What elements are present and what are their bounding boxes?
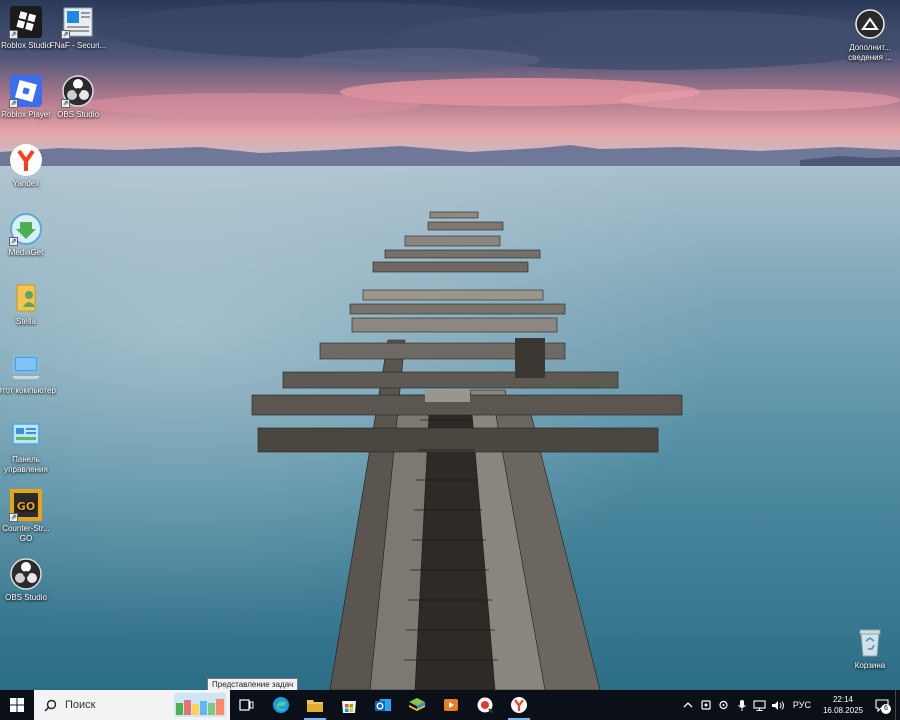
taskbar-edge-button[interactable] [264, 690, 298, 720]
language-indicator[interactable]: РУС [793, 700, 811, 710]
info-shortcut-icon [853, 7, 887, 41]
volume-icon [771, 700, 784, 710]
svg-text:GO: GO [17, 500, 35, 513]
taskbar-store-button[interactable] [332, 690, 366, 720]
task-view-button[interactable] [230, 690, 264, 720]
yandex-icon [9, 143, 43, 177]
notification-center-button[interactable]: 6 [869, 690, 895, 720]
show-hidden-icons-button[interactable] [680, 690, 696, 720]
clock[interactable]: 22:14 16.08.2025 [823, 694, 863, 716]
desktop-icon-label: Корзина [854, 661, 886, 670]
clock-date: 16.08.2025 [822, 706, 863, 715]
tray-onedrive-button[interactable] [716, 690, 732, 720]
obs-icon [9, 557, 43, 591]
desktop-icon-obs-studio[interactable]: ↗ OBS Studio [52, 74, 104, 120]
notification-count-badge: 6 [881, 704, 891, 714]
taskbar-recorder-button[interactable] [468, 690, 502, 720]
desktop-icon-label: OBS Studio [5, 593, 47, 602]
taskbar: Поиск РУС 22:14 16.08.2025 6 [0, 690, 900, 720]
desktop-icon-label: FNaF - Securi... [49, 41, 107, 50]
desktop-icon-label: Этот компьютер [0, 386, 56, 395]
search-placeholder: Поиск [65, 699, 96, 711]
recorder-icon [477, 697, 494, 714]
mediaget-icon: ↗ [9, 212, 43, 246]
desktop-icon-mediaget[interactable]: ↗ MediaGet [0, 212, 52, 258]
tray-network-button[interactable] [752, 690, 768, 720]
roblox-studio-icon: ↗ [9, 5, 43, 39]
tray-microphone-button[interactable] [734, 690, 750, 720]
desktop-icon-label: Counter-Str... GO [2, 524, 50, 543]
desktop-icon-roblox-studio[interactable]: ↗ Roblox Studio [0, 5, 52, 51]
chevron-up-icon [683, 702, 693, 708]
desktop-icon-this-pc[interactable]: Этот компьютер [0, 350, 56, 396]
network-icon [753, 699, 766, 711]
tray-volume-button[interactable] [770, 690, 786, 720]
settings-cog-icon [719, 700, 729, 710]
taskbar-media-player-button[interactable] [434, 690, 468, 720]
media-player-icon [444, 699, 458, 711]
desktop-icon-yandex[interactable]: Yandex [0, 143, 52, 189]
tray-app-icon [701, 700, 711, 710]
desktop-icon-label: Дополнит... сведения ... [848, 43, 892, 62]
taskbar-yandex-browser-button[interactable] [502, 690, 536, 720]
show-desktop-button[interactable] [895, 690, 900, 720]
taskbar-bluestacks-button[interactable] [400, 690, 434, 720]
clock-time: 22:14 [832, 695, 853, 704]
search-highlight-image [174, 693, 226, 717]
search-input[interactable]: Поиск [34, 690, 230, 720]
folder-user-icon [9, 281, 43, 315]
task-view-icon [239, 699, 254, 711]
edge-icon [273, 697, 289, 713]
microphone-icon [738, 699, 746, 711]
outlook-icon [375, 699, 391, 711]
desktop-icon-label: Stella [15, 317, 36, 326]
system-tray: РУС 22:14 16.08.2025 6 [679, 690, 900, 720]
desktop-icon-obs-studio-2[interactable]: OBS Studio [0, 557, 52, 603]
desktop-icon-control-panel[interactable]: Панель управления [0, 419, 52, 475]
desktop-icon-label: OBS Studio [57, 110, 99, 119]
desktop-icon-label: Yandex [12, 179, 40, 188]
file-explorer-icon [307, 700, 323, 712]
taskbar-outlook-button[interactable] [366, 690, 400, 720]
tray-app-button[interactable] [698, 690, 714, 720]
desktop-icon-fnaf[interactable]: ↗ FNaF - Securi... [50, 5, 106, 51]
microsoft-store-icon [342, 701, 356, 713]
yandex-browser-icon [511, 697, 527, 713]
roblox-player-icon: ↗ [9, 74, 43, 108]
desktop-wallpaper [0, 0, 900, 690]
obs-icon: ↗ [61, 74, 95, 108]
csgo-icon: GO ↗ [9, 488, 43, 522]
desktop-icon-roblox-player[interactable]: ↗ Roblox Player [0, 74, 52, 120]
bluestacks-icon [409, 698, 425, 711]
control-panel-icon [9, 419, 43, 453]
desktop-icon-label: MediaGet [8, 248, 44, 257]
taskbar-file-explorer-button[interactable] [298, 690, 332, 720]
search-icon [44, 699, 57, 712]
desktop-icon-stella[interactable]: Stella [0, 281, 52, 327]
windows-logo-icon [10, 698, 24, 712]
desktop-icon-label: Панель управления [4, 455, 48, 474]
start-button[interactable] [0, 690, 34, 720]
fnaf-icon: ↗ [61, 5, 95, 39]
this-pc-icon [9, 350, 43, 384]
desktop-icon-info[interactable]: Дополнит... сведения ... [844, 7, 896, 63]
desktop-icon-recycle-bin[interactable]: Корзина [844, 625, 896, 671]
recycle-bin-icon [853, 625, 887, 659]
desktop-icon-csgo[interactable]: GO ↗ Counter-Str... GO [0, 488, 52, 544]
